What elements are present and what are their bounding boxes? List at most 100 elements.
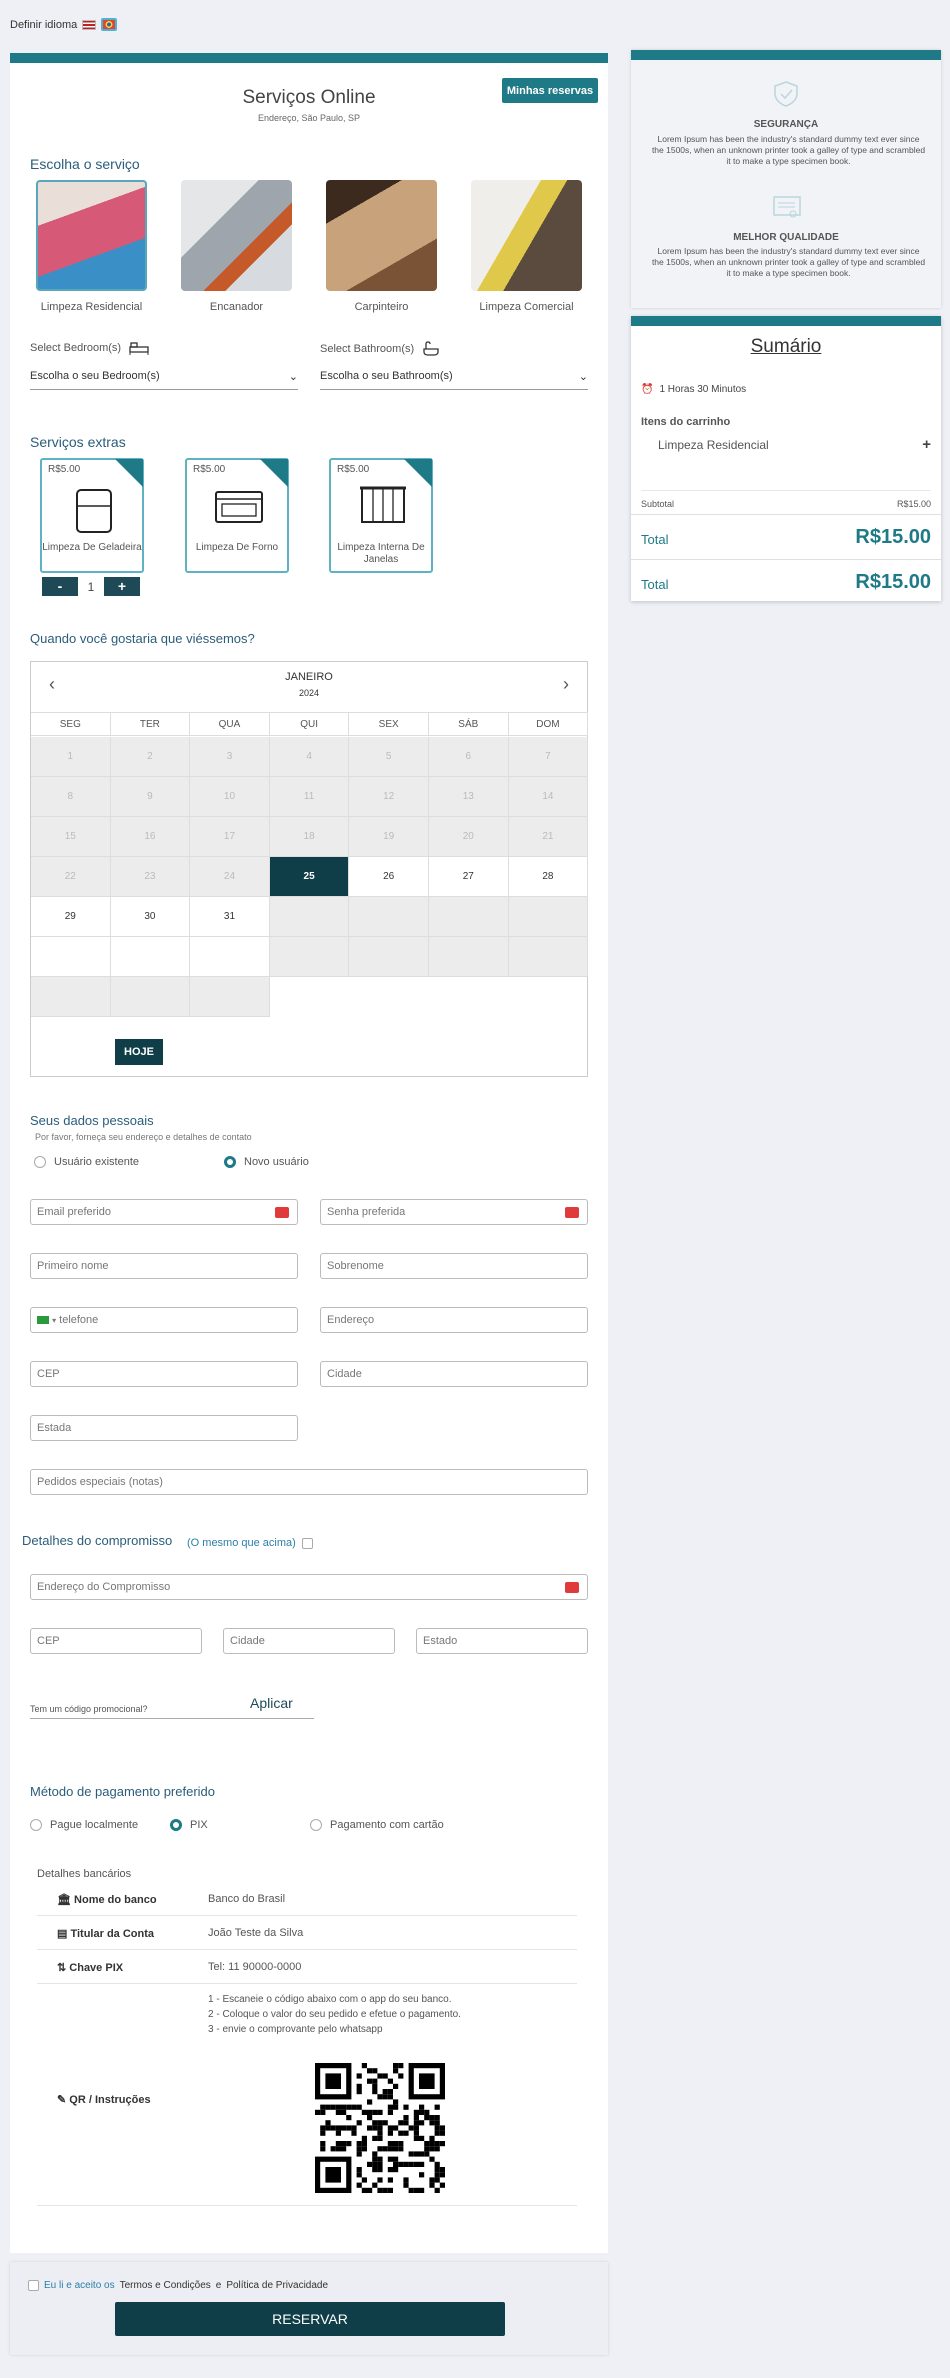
first-name-field[interactable]: Primeiro nome: [30, 1253, 298, 1279]
qr-module: [335, 2104, 341, 2110]
calendar-day: 20: [429, 817, 509, 857]
same-as-above-toggle[interactable]: (O mesmo que acima): [187, 1537, 313, 1549]
appointment-cep-field[interactable]: CEP: [30, 1628, 202, 1654]
service-limpeza-residencial[interactable]: Limpeza Residencial: [36, 180, 147, 313]
qr-module: [439, 2167, 445, 2173]
qr-module: [387, 2146, 393, 2152]
br-flag-icon[interactable]: [101, 18, 118, 31]
qr-module: [320, 2146, 326, 2152]
calendar-day[interactable]: 25: [269, 857, 350, 897]
calendar-day[interactable]: 31: [190, 897, 270, 937]
qr-module: [377, 2109, 383, 2115]
reserve-button[interactable]: RESERVAR: [115, 2302, 505, 2336]
qr-module: [419, 2172, 425, 2178]
calendar-day[interactable]: 26: [349, 857, 429, 897]
extra-limpeza-geladeira[interactable]: R$5.00 Limpeza De Geladeira: [40, 458, 144, 573]
qr-module: [439, 2125, 445, 2131]
city-placeholder: Cidade: [327, 1368, 362, 1380]
notes-textarea[interactable]: Pedidos especiais (notas): [30, 1469, 588, 1495]
apply-promo-button[interactable]: Aplicar: [250, 1695, 293, 1711]
bedroom-select[interactable]: Escolha o seu Bedroom(s) ⌄: [30, 370, 298, 390]
state-field[interactable]: Estada: [30, 1415, 298, 1441]
terms-checkbox[interactable]: [28, 2280, 39, 2291]
city-field[interactable]: Cidade: [320, 1361, 588, 1387]
expand-item-icon[interactable]: +: [922, 436, 931, 453]
id-card-icon: ▤: [57, 1928, 68, 1940]
qr-module: [341, 2141, 347, 2147]
phone-field[interactable]: ▾ telefone: [30, 1307, 298, 1333]
payment-option-pix[interactable]: PIX: [170, 1819, 208, 1831]
qr-module: [315, 2109, 321, 2115]
qr-module: [361, 2141, 367, 2147]
booking-form: Serviços Online Endereço, São Paulo, SP …: [10, 53, 608, 2253]
terms-link[interactable]: Termos e Condições: [120, 2280, 211, 2291]
password-manager-icon[interactable]: [565, 1582, 579, 1593]
promo-code-field[interactable]: Tem um código promocional? Aplicar: [30, 1695, 314, 1719]
next-month-icon[interactable]: ›: [563, 674, 569, 695]
new-user-radio[interactable]: Novo usuário: [224, 1156, 309, 1168]
bathroom-select[interactable]: Escolha o seu Bathroom(s) ⌄: [320, 370, 588, 390]
appointment-address-field[interactable]: Endereço do Compromisso: [30, 1574, 588, 1600]
email-field[interactable]: Email preferido: [30, 1199, 298, 1225]
bank-key-text: Titular da Conta: [70, 1928, 154, 1940]
bank-key-text: Chave PIX: [69, 1962, 124, 1974]
extra-limpeza-forno[interactable]: R$5.00 Limpeza De Forno: [185, 458, 289, 573]
trust-panel: SEGURANÇA Lorem Ipsum has been the indus…: [631, 50, 941, 308]
calendar-day[interactable]: 27: [429, 857, 509, 897]
qr-module: [361, 2187, 367, 2193]
qr-module: [356, 2182, 362, 2188]
appointment-city-field[interactable]: Cidade: [223, 1628, 395, 1654]
total-label-repeat: Total: [641, 577, 669, 592]
qr-module: [346, 2104, 352, 2110]
existing-user-radio[interactable]: Usuário existente: [34, 1156, 139, 1168]
qr-module: [393, 2083, 399, 2089]
extra-corner: [115, 459, 143, 487]
payment-option-local[interactable]: Pague localmente: [30, 1819, 138, 1831]
radio-circle: [224, 1156, 236, 1168]
qr-module: [393, 2167, 399, 2173]
password-manager-icon[interactable]: [275, 1207, 289, 1218]
calendar-day[interactable]: 30: [110, 897, 191, 937]
service-image: [471, 180, 582, 291]
qr-module: [398, 2161, 404, 2167]
same-as-above-label: (O mesmo que acima): [187, 1537, 296, 1549]
calendar-day[interactable]: 29: [31, 897, 111, 937]
today-button[interactable]: HOJE: [115, 1039, 163, 1065]
chevron-down-icon: ⌄: [288, 371, 298, 383]
payment-option-card[interactable]: Pagamento com cartão: [310, 1819, 444, 1831]
qr-module: [377, 2130, 383, 2136]
bank-value: Banco do Brasil: [208, 1893, 286, 1905]
calendar-day[interactable]: 28: [508, 857, 589, 897]
qr-module: [372, 2068, 378, 2074]
qr-module: [372, 2156, 378, 2162]
password-manager-icon[interactable]: [565, 1207, 579, 1218]
calendar-day: 12: [349, 777, 429, 817]
qr-module: [413, 2187, 419, 2193]
calendar-empty-cell: [110, 977, 191, 1017]
service-limpeza-comercial[interactable]: Limpeza Comercial: [471, 180, 582, 313]
increment-button[interactable]: +: [104, 577, 140, 596]
calendar-empty-cell: [269, 897, 350, 937]
service-encanador[interactable]: Encanador: [181, 180, 292, 313]
qr-module: [377, 2177, 383, 2183]
last-name-field[interactable]: Sobrenome: [320, 1253, 588, 1279]
service-carpinteiro[interactable]: Carpinteiro: [326, 180, 437, 313]
privacy-link[interactable]: Política de Privacidade: [226, 2280, 328, 2291]
br-flag-icon[interactable]: [37, 1316, 49, 1325]
decrement-button[interactable]: -: [42, 577, 78, 596]
qr-module: [377, 2156, 383, 2162]
qr-module: [387, 2094, 393, 2100]
us-flag-icon[interactable]: [82, 19, 97, 30]
password-field[interactable]: Senha preferida: [320, 1199, 588, 1225]
qr-module: [387, 2130, 393, 2136]
appointment-state-field[interactable]: Estado: [416, 1628, 588, 1654]
bank-key: ✎ QR / Instruções: [57, 2093, 151, 2106]
cep-field[interactable]: CEP: [30, 1361, 298, 1387]
address-field[interactable]: Endereço: [320, 1307, 588, 1333]
calendar-day: 7: [508, 737, 589, 777]
same-as-above-checkbox[interactable]: [301, 1537, 313, 1549]
calendar-dow: QUA: [190, 712, 270, 736]
extra-limpeza-janelas[interactable]: R$5.00 Limpeza Interna De Janelas: [329, 458, 433, 573]
my-bookings-button[interactable]: Minhas reservas: [502, 78, 598, 103]
shield-icon: [774, 81, 798, 107]
